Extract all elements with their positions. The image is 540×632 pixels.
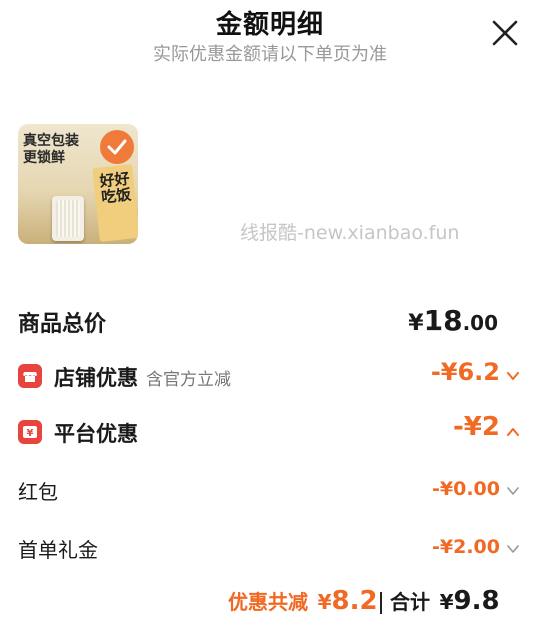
shop-icon (18, 364, 42, 388)
rice-box-text: 好好吃饭 (98, 169, 133, 207)
red-packet-value: -¥0.00 (432, 478, 500, 500)
first-order-row[interactable]: 首单礼金 -¥2.00 (0, 530, 540, 566)
shop-discount-label: 店铺优惠 含官方立减 (54, 366, 231, 390)
platform-discount-row[interactable]: ¥ 平台优惠 -¥2 (0, 412, 540, 452)
chevron-down-icon[interactable] (506, 542, 520, 556)
selected-check-icon (100, 130, 134, 164)
footer-discount-value: 8.2 (331, 586, 378, 616)
watermark: 线报酷-new.xianbao.fun (240, 222, 460, 244)
shop-discount-value: -¥6.2 (430, 358, 500, 386)
product-image[interactable]: 真空包装 更锁鲜 好好吃饭 (18, 124, 138, 244)
product-image-headline: 真空包装 更锁鲜 (23, 133, 79, 166)
rice-bag-graphic (52, 196, 84, 241)
red-packet-label: 红包 (18, 480, 58, 504)
footer-total-label: 合计 (390, 590, 430, 614)
shop-discount-note: 含官方立减 (146, 370, 231, 390)
page-subtitle: 实际优惠金额请以下单页为准 (153, 44, 387, 65)
chevron-up-icon[interactable] (506, 425, 520, 439)
footer-discount-label: 优惠共减 (228, 590, 308, 614)
total-price-value: ¥18.00 (408, 304, 498, 337)
shop-discount-row[interactable]: 店铺优惠 含官方立减 -¥6.2 (0, 356, 540, 396)
yen-tag-icon: ¥ (18, 420, 42, 444)
svg-text:¥: ¥ (27, 428, 34, 439)
total-price-row: 商品总价 ¥18.00 (0, 300, 540, 340)
red-packet-row[interactable]: 红包 -¥0.00 (0, 472, 540, 508)
header: 金额明细 实际优惠金额请以下单页为准 (0, 0, 540, 80)
chevron-down-icon[interactable] (506, 369, 520, 383)
platform-discount-value: -¥2 (453, 412, 500, 442)
rice-box-graphic: 好好吃饭 (92, 164, 138, 242)
page-title: 金额明细 (215, 10, 324, 40)
footer-total: 合计 ¥9.8 (390, 586, 500, 616)
footer-summary: 优惠共减 ¥8.2 合计 ¥9.8 (0, 580, 540, 624)
chevron-down-icon[interactable] (506, 484, 520, 498)
first-order-label: 首单礼金 (18, 538, 98, 562)
footer-total-value: 9.8 (453, 586, 500, 616)
footer-divider (380, 592, 382, 614)
total-price-label: 商品总价 (18, 312, 107, 337)
close-icon[interactable] (490, 18, 520, 48)
first-order-value: -¥2.00 (432, 536, 500, 558)
platform-discount-label: 平台优惠 (54, 422, 138, 446)
footer-discount: 优惠共减 ¥8.2 (228, 586, 378, 616)
